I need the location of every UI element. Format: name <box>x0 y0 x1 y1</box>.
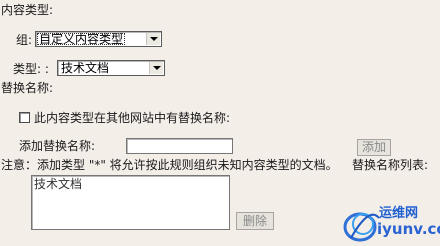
alt-names-heading: 替换名称: <box>1 81 54 95</box>
type-select[interactable]: 技术文档 <box>57 60 165 76</box>
watermark-logo: 运维网 iyunv.com <box>339 200 440 243</box>
group-label: 组: <box>16 33 33 47</box>
list-item[interactable]: 技术文档 <box>34 177 82 191</box>
chevron-down-icon <box>149 62 163 74</box>
group-select-value: 自定义内容类型 <box>37 32 126 46</box>
add-button[interactable]: 添加 <box>357 139 391 156</box>
alt-list-label: 替换名称列表: <box>352 158 429 172</box>
other-site-checkbox[interactable] <box>19 112 30 123</box>
alt-names-listbox[interactable]: 技术文档 <box>31 175 230 230</box>
other-site-checkbox-label: 此内容类型在其他网站中有替换名称: <box>34 111 231 125</box>
note-text: 注意：添加类型 "*" 将允许按此规则组织未知内容类型的文档。 <box>1 158 338 172</box>
watermark-cn: 运维网 <box>379 206 419 221</box>
watermark-url: iyunv.com <box>377 220 440 238</box>
add-alt-name-label: 添加替换名称: <box>19 139 96 153</box>
chevron-down-icon <box>146 33 160 45</box>
content-type-heading: 内容类型: <box>1 3 54 17</box>
group-select[interactable]: 自定义内容类型 <box>35 31 162 47</box>
type-label: 类型: : <box>13 62 49 76</box>
delete-button[interactable]: 删除 <box>236 212 274 230</box>
type-select-value: 技术文档 <box>59 61 112 75</box>
add-alt-name-input[interactable] <box>126 138 233 154</box>
